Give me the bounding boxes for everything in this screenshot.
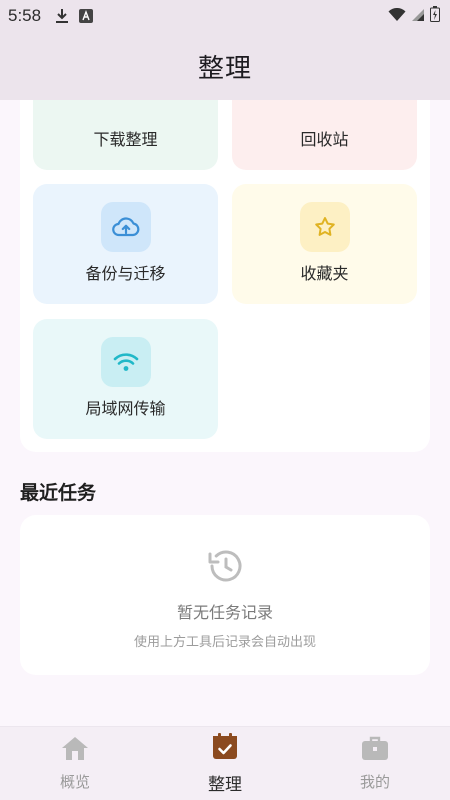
status-bar: 5:58 <box>0 0 450 32</box>
battery-icon <box>430 6 440 26</box>
tool-label: 局域网传输 <box>85 399 166 418</box>
wifi-status-icon <box>388 7 406 26</box>
tool-label: 下载整理 <box>93 130 158 149</box>
tools-card: 下载整理 回收站 备份与迁移 收藏夹 局域网传输 <box>20 100 430 452</box>
signal-icon <box>411 7 425 26</box>
download-notification-icon <box>55 8 69 24</box>
tool-favorites[interactable]: 收藏夹 <box>232 184 417 304</box>
empty-state-title: 暂无任务记录 <box>176 603 273 622</box>
empty-state-subtitle: 使用上方工具后记录会自动出现 <box>133 635 316 650</box>
tool-lan-transfer[interactable]: 局域网传输 <box>33 319 218 439</box>
tool-backup-migrate[interactable]: 备份与迁移 <box>33 184 218 304</box>
star-icon <box>300 202 350 252</box>
cloud-upload-icon <box>101 202 151 252</box>
app-notification-icon <box>79 9 94 23</box>
tool-label: 备份与迁移 <box>85 264 166 283</box>
home-icon <box>61 735 89 765</box>
tool-label: 回收站 <box>300 130 349 149</box>
wifi-icon <box>101 337 151 387</box>
tool-label: 收藏夹 <box>300 264 349 283</box>
recent-tasks-heading: 最近任务 <box>20 482 97 504</box>
scroll-content[interactable]: 下载整理 回收站 备份与迁移 收藏夹 局域网传输 最近任务 暂无任务记录 使用上… <box>0 100 450 726</box>
tool-download-organize[interactable]: 下载整理 <box>33 100 218 170</box>
bottom-navigation: 概览 整理 我的 <box>0 726 450 800</box>
status-time: 5:58 <box>8 6 42 25</box>
calendar-check-icon <box>212 732 238 764</box>
nav-label: 我的 <box>359 773 390 791</box>
tool-recycle-bin[interactable]: 回收站 <box>232 100 417 170</box>
history-icon <box>207 549 243 587</box>
recent-tasks-card: 暂无任务记录 使用上方工具后记录会自动出现 <box>20 515 430 675</box>
nav-label: 整理 <box>208 775 242 795</box>
nav-mine[interactable]: 我的 <box>300 727 450 800</box>
briefcase-icon <box>361 735 389 765</box>
nav-overview[interactable]: 概览 <box>0 727 150 800</box>
nav-organize[interactable]: 整理 <box>150 727 300 800</box>
page-title: 整理 <box>197 53 252 84</box>
nav-label: 概览 <box>59 773 90 791</box>
top-app-bar: 整理 <box>0 32 450 100</box>
